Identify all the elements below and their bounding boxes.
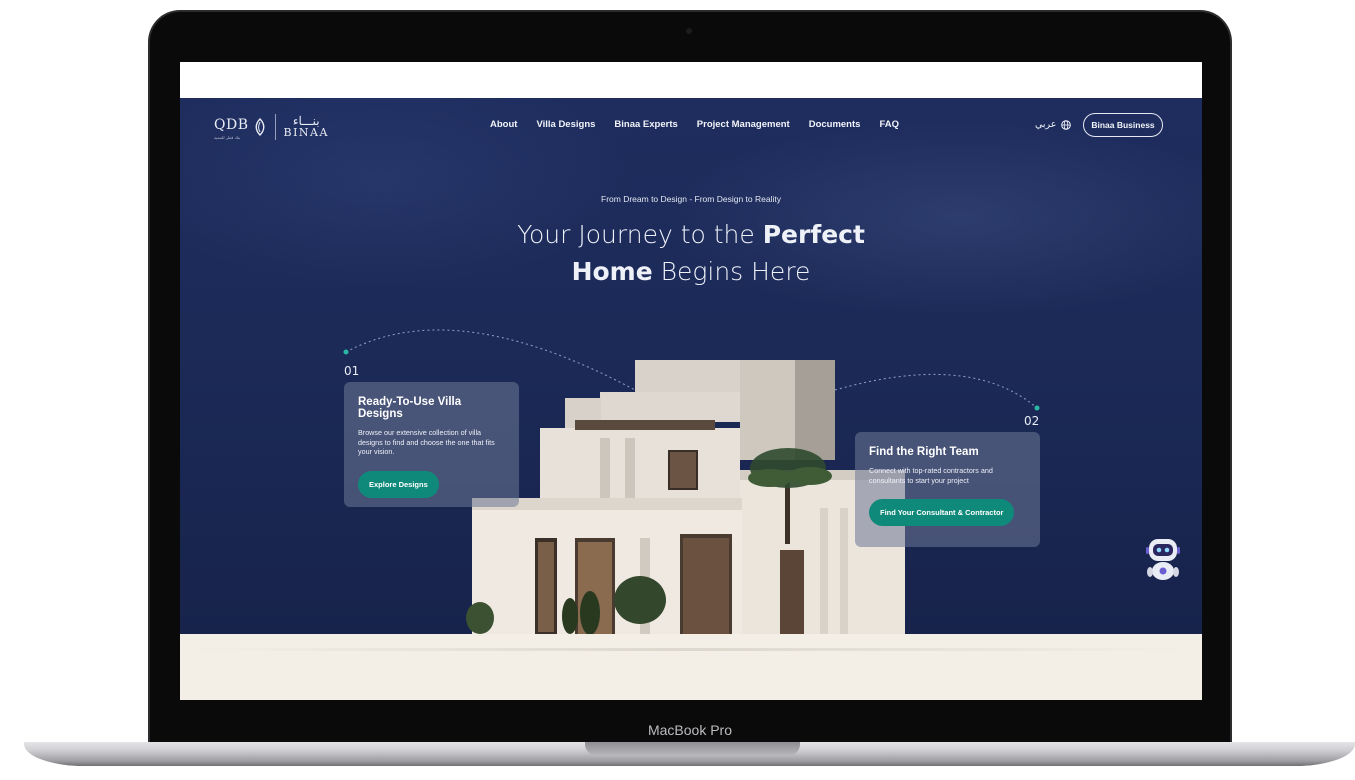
step-1-title: Ready-To-Use Villa Designs xyxy=(358,396,462,420)
step-2-description: Connect with top-rated contractors and c… xyxy=(869,466,993,485)
globe-icon xyxy=(1061,119,1072,130)
step-card-find-team: Find the Right Team Connect with top-rat… xyxy=(855,432,1040,547)
nav-binaa-experts[interactable]: Binaa Experts xyxy=(614,119,677,130)
nav-project-management[interactable]: Project Management xyxy=(697,119,790,130)
nav-faq[interactable]: FAQ xyxy=(879,119,899,130)
hero-headline: Your Journey to the Perfect Home Begins … xyxy=(180,216,1202,290)
binaa-logo-text: BINAA xyxy=(283,126,329,139)
nav-links: About Villa Designs Binaa Experts Projec… xyxy=(490,119,899,130)
language-switch[interactable]: عربي xyxy=(1035,119,1072,130)
nav-about[interactable]: About xyxy=(490,119,517,130)
qdb-emblem-icon xyxy=(255,118,264,136)
logo-divider xyxy=(274,114,276,140)
camera xyxy=(686,28,692,34)
step-number-1: 01 xyxy=(344,364,360,378)
qdb-logo-text: QDB xyxy=(214,117,249,133)
qdb-logo-subtext: بنك قطر للتنمية xyxy=(214,135,241,140)
browser-screen: QDB بنك قطر للتنمية بنـــاء BINAA About … xyxy=(180,62,1202,700)
language-label: عربي xyxy=(1035,119,1057,130)
main-nav: QDB بنك قطر للتنمية بنـــاء BINAA About … xyxy=(180,98,1202,154)
content-section-start xyxy=(180,634,1202,700)
qdb-logo: QDB بنك قطر للتنمية xyxy=(214,114,249,140)
step-2-title: Find the Right Team xyxy=(869,446,979,458)
macbook-label: MacBook Pro xyxy=(647,722,733,738)
logo[interactable]: QDB بنك قطر للتنمية بنـــاء BINAA xyxy=(214,112,329,142)
step-number-2: 02 xyxy=(1024,414,1040,428)
explore-designs-button[interactable]: Explore Designs xyxy=(358,470,439,498)
headline-bold-2: Home xyxy=(571,257,653,286)
headline-part-2: Begins Here xyxy=(652,257,811,286)
headline-bold-1: Perfect xyxy=(762,220,865,249)
content-divider xyxy=(190,648,1190,651)
chatbot-robot-icon[interactable] xyxy=(1143,535,1183,585)
laptop-notch xyxy=(585,742,800,756)
nav-villa-designs[interactable]: Villa Designs xyxy=(536,119,595,130)
nav-documents[interactable]: Documents xyxy=(809,119,861,130)
step-card-villa-designs: Ready-To-Use Villa Designs Browse our ex… xyxy=(344,382,519,507)
find-consultant-contractor-button[interactable]: Find Your Consultant & Contractor xyxy=(869,499,1015,526)
top-blank-bar xyxy=(180,62,1202,98)
headline-part-1: Your Journey to the xyxy=(517,220,763,249)
hero-tagline: From Dream to Design - From Design to Re… xyxy=(601,194,781,204)
step-1-description: Browse our extensive collection of villa… xyxy=(358,428,495,456)
hero-section: QDB بنك قطر للتنمية بنـــاء BINAA About … xyxy=(180,98,1202,634)
binaa-business-button[interactable]: Binaa Business xyxy=(1083,113,1163,137)
journey-path xyxy=(343,329,1040,411)
